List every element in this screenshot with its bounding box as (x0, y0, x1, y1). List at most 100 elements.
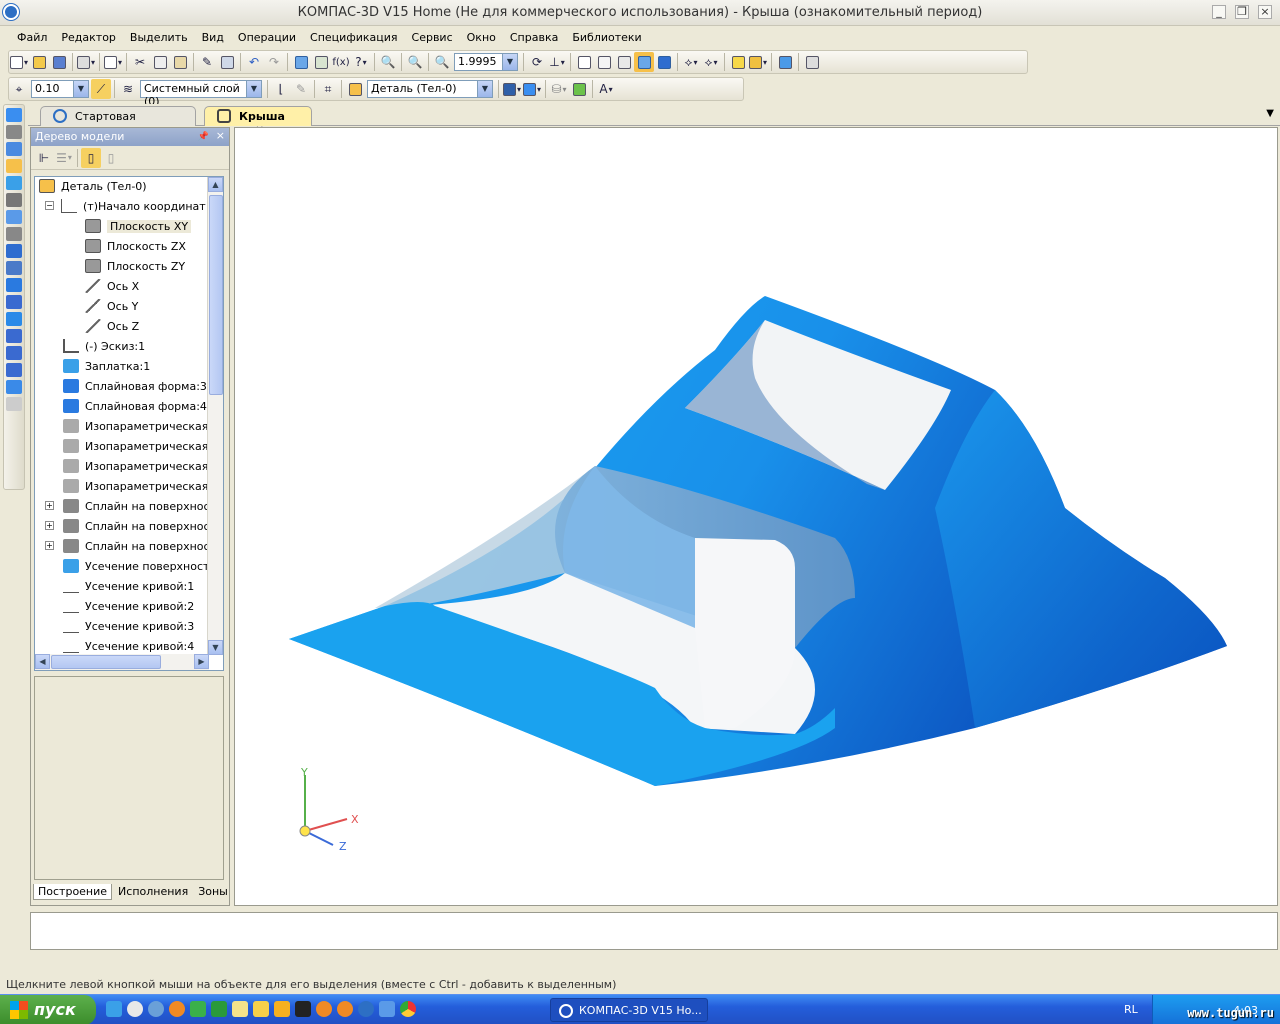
tabs-menu-icon[interactable]: ▼ (1266, 108, 1274, 119)
points-array-icon[interactable] (6, 295, 22, 309)
scroll-down-icon[interactable]: ▼ (208, 640, 223, 655)
tab-roof[interactable]: Крыша × (204, 106, 312, 136)
tree-horizontal-scrollbar[interactable]: ◀ ▶ (35, 654, 209, 670)
kompas-quick-icon[interactable] (358, 1001, 374, 1017)
tab-executions[interactable]: Исполнения (114, 884, 192, 900)
tab-build[interactable]: Построение (33, 884, 113, 900)
expand-icon[interactable]: + (45, 521, 54, 530)
expand-icon[interactable]: + (45, 501, 54, 510)
panel-close-icon[interactable]: × (216, 129, 225, 142)
tool-icon[interactable] (190, 1001, 206, 1017)
tree-item-curve-trim-4[interactable]: Усечение кривой:4 (63, 637, 194, 655)
shaded-icon[interactable] (634, 52, 654, 72)
print-preview-icon[interactable] (103, 52, 123, 72)
tree-item-curve-trim-2[interactable]: Усечение кривой:2 (63, 597, 194, 615)
shaded-edges-icon[interactable] (654, 52, 674, 72)
ie-icon[interactable] (106, 1001, 122, 1017)
color-icon[interactable] (502, 79, 522, 99)
detail-combo[interactable]: Деталь (Тел-0) ▼ (367, 80, 493, 98)
variables-icon[interactable] (311, 52, 331, 72)
cut-icon[interactable]: ✂ (130, 52, 150, 72)
scroll-right-icon[interactable]: ▶ (194, 654, 209, 669)
manager-icon[interactable] (291, 52, 311, 72)
model-viewport[interactable]: Y X Z (234, 127, 1278, 906)
perspective-icon[interactable] (728, 52, 748, 72)
roof-3d-model[interactable] (235, 128, 1279, 907)
new-file-icon[interactable] (9, 52, 29, 72)
firefox-icon[interactable] (169, 1001, 185, 1017)
dimensions-icon[interactable]: A (596, 79, 616, 99)
rotate-icon[interactable]: ⟳ (527, 52, 547, 72)
layer-combo[interactable]: Системный слой (0) ▼ (140, 80, 262, 108)
curve-array-icon[interactable] (6, 329, 22, 343)
tree-item-plane-xy[interactable]: Плоскость XY (85, 217, 192, 235)
circle-array-icon[interactable] (6, 312, 22, 326)
grid-snap-icon[interactable]: ⟋ (91, 79, 111, 99)
arrays-icon[interactable] (6, 159, 22, 173)
close-button[interactable]: × (1258, 5, 1272, 19)
tree-item-spline-form-4[interactable]: Сплайновая форма:4 (63, 397, 207, 415)
zoom-all-icon[interactable]: 🔍 (405, 52, 425, 72)
parameterize-icon[interactable]: ⌗ (318, 79, 338, 99)
hscroll-thumb[interactable] (51, 655, 161, 669)
zoom-window-icon[interactable]: 🔍 (378, 52, 398, 72)
zoom-combo[interactable]: 1.9995 ▼ (454, 53, 518, 71)
tree-item-surface-spline-1[interactable]: Сплайн на поверхности (63, 497, 223, 515)
scroll-up-icon[interactable]: ▲ (208, 177, 223, 192)
tree-item-isoparametric-2[interactable]: Изопараметрическая кр (63, 437, 223, 455)
taskbar-kompas-window[interactable]: КОМПАС-3D V15 Ho... (550, 998, 708, 1022)
tree-item-curve-trim-3[interactable]: Усечение кривой:3 (63, 617, 194, 635)
undo-icon[interactable]: ↶ (244, 52, 264, 72)
kompas-viewer-icon[interactable] (379, 1001, 395, 1017)
selection-icon[interactable] (6, 210, 22, 224)
section-icon[interactable] (748, 52, 768, 72)
menu-file[interactable]: Файл (10, 28, 54, 48)
tree-item-axis-z[interactable]: Ось Z (85, 317, 139, 335)
build-order-icon[interactable]: ⊩ (34, 148, 54, 168)
structure-icon[interactable]: ☰ (54, 148, 74, 168)
tree-item-isoparametric-4[interactable]: Изопараметрическая кр (63, 477, 223, 495)
function-icon[interactable]: f(x) (331, 52, 351, 72)
edit-details-icon[interactable] (6, 108, 22, 122)
tree-item-plane-zy[interactable]: Плоскость ZY (85, 257, 185, 275)
zoom-scale-icon[interactable]: 🔍 (432, 52, 452, 72)
step-icon[interactable]: ⌖ (9, 79, 29, 99)
rebuild-icon[interactable] (775, 52, 795, 72)
redo-icon[interactable]: ↷ (264, 52, 284, 72)
start-button[interactable]: пуск (0, 995, 96, 1024)
puzzle-icon[interactable] (211, 1001, 227, 1017)
tree-item-surface-trim[interactable]: Усечение поверхности: (63, 557, 220, 575)
orientation-icon[interactable]: ⊥ (547, 52, 567, 72)
pin-icon[interactable]: 📌 (198, 132, 209, 142)
edit-sketch-icon[interactable]: ✎ (291, 79, 311, 99)
menu-operations[interactable]: Операции (231, 28, 303, 48)
spatial-curves-icon[interactable] (6, 125, 22, 139)
tree-item-surface-spline-3[interactable]: Сплайн на поверхности (63, 537, 223, 555)
vertex-array-icon[interactable] (6, 346, 22, 360)
tree-item-sketch[interactable]: (-) Эскиз:1 (63, 337, 145, 355)
table-array-icon[interactable] (6, 363, 22, 377)
dimensions-panel-icon[interactable] (6, 193, 22, 207)
measure-panel-icon[interactable] (6, 227, 22, 241)
hidden-lines-icon[interactable] (594, 52, 614, 72)
scroll-thumb[interactable] (209, 195, 223, 395)
tree-item-detail[interactable]: Деталь (Тел-0) (39, 177, 147, 195)
specification-icon[interactable] (6, 244, 22, 258)
reports-icon[interactable] (6, 261, 22, 275)
menu-help[interactable]: Справка (503, 28, 565, 48)
diamond-icon[interactable] (295, 1001, 311, 1017)
tree-view-icon[interactable]: ▯ (81, 147, 101, 168)
wireframe-icon[interactable] (574, 52, 594, 72)
menu-window[interactable]: Окно (460, 28, 503, 48)
copy-icon[interactable] (150, 52, 170, 72)
layer-icon[interactable]: ≋ (118, 79, 138, 99)
material-icon[interactable] (522, 79, 542, 99)
scroll-left-icon[interactable]: ◀ (35, 654, 50, 669)
help-pointer-icon[interactable]: ? (351, 52, 371, 72)
tree-item-isoparametric-3[interactable]: Изопараметрическая кр (63, 457, 223, 475)
menu-libraries[interactable]: Библиотеки (565, 28, 648, 48)
doc-icon[interactable] (253, 1001, 269, 1017)
winamp-icon[interactable] (274, 1001, 290, 1017)
step-combo[interactable]: 0.10 ▼ (31, 80, 89, 98)
tab-zones[interactable]: Зоны (194, 884, 232, 900)
